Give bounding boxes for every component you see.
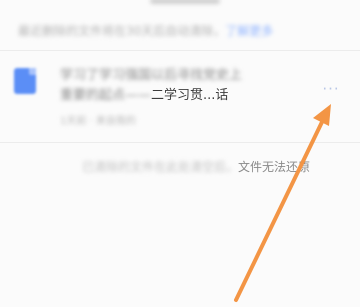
pointer-arrow: [234, 104, 331, 302]
recently-deleted-page: 最近删除的文件将在30天后自动清除，了解更多 学习了学习强国以后寻找党史上 重要…: [0, 0, 360, 307]
